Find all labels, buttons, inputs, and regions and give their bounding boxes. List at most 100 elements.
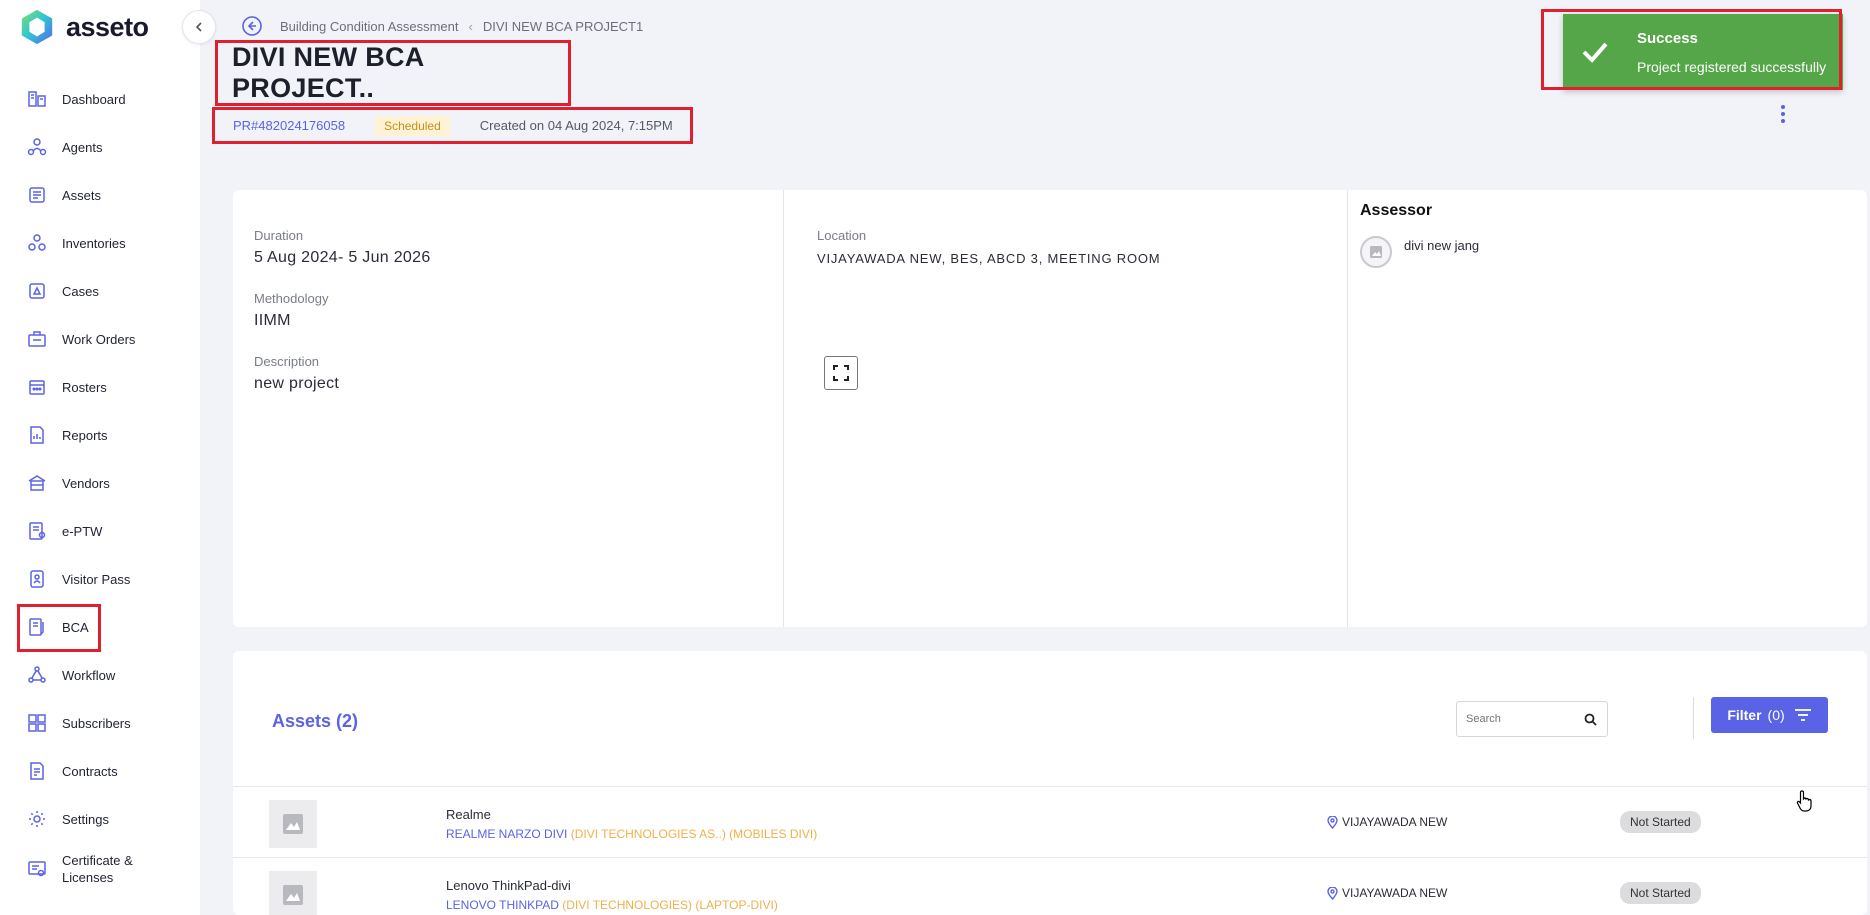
sidebar-item-reports[interactable]: Reports: [0, 411, 200, 459]
sidebar-item-label: Workflow: [62, 667, 116, 683]
status-badge: Not Started: [1620, 811, 1701, 833]
asset-product[interactable]: REALME NARZO DIVI: [446, 827, 567, 841]
sidebar-item-settings[interactable]: Settings: [0, 795, 200, 843]
brand-name: asseto: [66, 11, 149, 42]
cases-icon: [26, 280, 48, 302]
methodology-label: Methodology: [254, 291, 329, 306]
search-icon[interactable]: [1584, 713, 1597, 726]
filter-count: (0): [1767, 707, 1785, 723]
assets-heading: Assets (2): [272, 711, 359, 731]
details-column: Duration 5 Aug 2024- 5 Jun 2026 Methodol…: [233, 190, 784, 627]
breadcrumb: Building Condition Assessment ‹ DIVI NEW…: [280, 19, 643, 34]
inventories-icon: [26, 232, 48, 254]
sidebar-item-label: Rosters: [62, 379, 107, 395]
asset-thumbnail: [269, 800, 317, 848]
sidebar-item-eptw[interactable]: e-PTW: [0, 507, 200, 555]
brand[interactable]: asseto: [18, 8, 149, 46]
search-input[interactable]: [1466, 713, 1576, 725]
contracts-icon: [26, 760, 48, 782]
toast-highlight-box: [1541, 9, 1842, 90]
sidebar-item-label: Settings: [62, 811, 109, 827]
sidebar-item-label: Dashboard: [62, 91, 126, 107]
certificate-icon: [26, 858, 48, 880]
assessor-item: divi new jang: [1360, 236, 1867, 268]
settings-icon: [26, 808, 48, 830]
location-column: Location VIJAYAWADA NEW, BES, ABCD 3, ME…: [784, 190, 1348, 627]
asset-thumbnail: [269, 871, 317, 915]
filter-icon: [1794, 709, 1811, 721]
hand-cursor-icon: [1796, 790, 1812, 812]
sidebar-item-agents[interactable]: Agents: [0, 123, 200, 171]
breadcrumb-parent-link[interactable]: Building Condition Assessment: [280, 19, 459, 34]
more-options-icon[interactable]: [1776, 104, 1790, 124]
eptw-icon: [26, 520, 48, 542]
location-pin-icon: [1327, 886, 1338, 900]
reports-icon: [26, 424, 48, 446]
chevron-left-icon: [195, 22, 202, 32]
sidebar-item-dashboard[interactable]: Dashboard: [0, 75, 200, 123]
assessor-name: divi new jang: [1404, 238, 1480, 253]
fullscreen-button[interactable]: [824, 356, 858, 390]
bca-highlight-box: [17, 604, 101, 652]
description-value: new project: [254, 375, 340, 392]
sidebar-item-contracts[interactable]: Contracts: [0, 747, 200, 795]
list-item[interactable]: Lenovo ThinkPad-divi LENOVO THINKPAD (DI…: [233, 857, 1867, 915]
image-placeholder-icon: [283, 885, 303, 905]
sidebar-item-label: Certificate & Licenses: [62, 853, 133, 885]
fullscreen-icon: [833, 365, 849, 381]
back-arrow-icon[interactable]: [241, 15, 263, 37]
location-pin-icon: [1327, 815, 1338, 829]
breadcrumb-separator-icon: ‹: [468, 19, 473, 34]
assessor-heading: Assessor: [1360, 202, 1433, 219]
vendors-icon: [26, 472, 48, 494]
sidebar-item-workflow[interactable]: Workflow: [0, 651, 200, 699]
assessor-column: Assessor divi new jang: [1348, 190, 1867, 627]
image-placeholder-icon: [283, 814, 303, 834]
sidebar-item-certificate-licenses[interactable]: Certificate & Licenses: [0, 843, 200, 895]
project-id: PR#482024176058: [233, 118, 346, 133]
workflow-icon: [26, 664, 48, 686]
divider: [1693, 697, 1694, 739]
sidebar-item-label: Inventories: [62, 235, 126, 251]
sidebar-item-assets[interactable]: Assets: [0, 171, 200, 219]
sidebar-item-cases[interactable]: Cases: [0, 267, 200, 315]
duration-value: 5 Aug 2024- 5 Jun 2026: [254, 249, 431, 266]
sidebar-item-vendors[interactable]: Vendors: [0, 459, 200, 507]
sidebar-item-label: Reports: [62, 427, 108, 443]
page-title: DIVI NEW BCA PROJECT..: [232, 42, 424, 103]
description-label: Description: [254, 354, 320, 369]
assets-card: Assets (2) Filter (0) Realme REALME NARZ…: [233, 651, 1867, 915]
sidebar-item-label: Agents: [62, 139, 103, 155]
asset-meta: (DIVI TECHNOLOGIES) (LAPTOP-DIVI): [558, 898, 778, 912]
sidebar-item-label: Subscribers: [62, 715, 131, 731]
sidebar-item-label: Cases: [62, 283, 99, 299]
duration-label: Duration: [254, 228, 304, 243]
visitor-pass-icon: [26, 568, 48, 590]
sidebar-item-rosters[interactable]: Rosters: [0, 363, 200, 411]
sidebar-item-subscribers[interactable]: Subscribers: [0, 699, 200, 747]
work-orders-icon: [26, 328, 48, 350]
rosters-icon: [26, 376, 48, 398]
list-item[interactable]: Realme REALME NARZO DIVI (DIVI TECHNOLOG…: [233, 786, 1867, 857]
filter-label: Filter: [1727, 707, 1762, 723]
sidebar-item-inventories[interactable]: Inventories: [0, 219, 200, 267]
assets-icon: [26, 184, 48, 206]
status-badge: Not Started: [1620, 882, 1701, 904]
assets-list: Realme REALME NARZO DIVI (DIVI TECHNOLOG…: [233, 786, 1867, 915]
asset-name: Lenovo ThinkPad-divi: [446, 878, 571, 893]
asset-location: VIJAYAWADA NEW: [1327, 886, 1447, 900]
avatar: [1360, 236, 1392, 268]
sidebar-item-label: Contracts: [62, 763, 118, 779]
sidebar-item-work-orders[interactable]: Work Orders: [0, 315, 200, 363]
project-details-card: Duration 5 Aug 2024- 5 Jun 2026 Methodol…: [233, 190, 1867, 627]
title-highlight-box: DIVI NEW BCA PROJECT..: [215, 40, 571, 106]
sidebar-item-label: Visitor Pass: [62, 571, 131, 587]
asset-location-text: VIJAYAWADA NEW: [1342, 815, 1448, 829]
filter-button[interactable]: Filter (0): [1711, 697, 1828, 733]
location-value: VIJAYAWADA NEW, BES, ABCD 3, MEETING ROO…: [817, 251, 1161, 266]
image-placeholder-icon: [1370, 246, 1382, 258]
asset-product[interactable]: LENOVO THINKPAD: [446, 898, 559, 912]
sidebar-item-visitor-pass[interactable]: Visitor Pass: [0, 555, 200, 603]
collapse-sidebar-button[interactable]: [182, 10, 216, 44]
asset-location: VIJAYAWADA NEW: [1327, 815, 1447, 829]
